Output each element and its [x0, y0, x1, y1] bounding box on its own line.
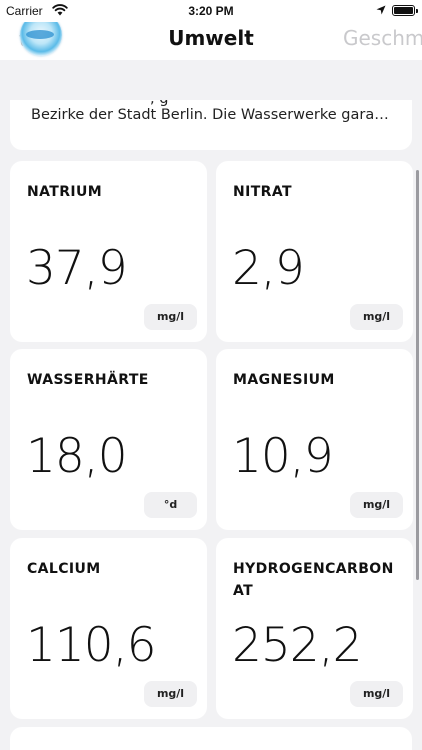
- scrollbar[interactable]: [416, 170, 419, 580]
- card-label: NATRIUM: [27, 184, 103, 200]
- card-wasserhaerte[interactable]: WASSERHÄRTE 18,0 °d: [10, 349, 207, 530]
- card-hydrogencarbonat[interactable]: HYDROGENCARBON AT 252,2 mg/l: [216, 538, 413, 719]
- battery-level: [394, 7, 413, 14]
- battery-icon: [392, 5, 418, 16]
- status-bar: Carrier 3:20 PM: [0, 0, 422, 22]
- card-unit-badge: mg/l: [350, 304, 403, 330]
- card-unit-badge: mg/l: [144, 304, 197, 330]
- intro-partial-line: , g: [150, 100, 168, 107]
- next-card-partial[interactable]: [10, 727, 412, 750]
- card-value: 37,9: [26, 241, 128, 296]
- card-label: MAGNESIUM: [233, 372, 335, 388]
- nav-bar: t Umwelt Geschm: [0, 22, 422, 60]
- card-unit-badge: mg/l: [350, 681, 403, 707]
- card-value: 110,6: [26, 618, 157, 673]
- card-value: 10,9: [232, 429, 334, 484]
- location-arrow-icon: [376, 5, 386, 15]
- card-label: CALCIUM: [27, 561, 101, 577]
- card-unit-badge: °d: [144, 492, 197, 518]
- card-value: 2,9: [232, 241, 305, 296]
- clock: 3:20 PM: [188, 4, 234, 18]
- card-label: HYDROGENCARBON AT: [233, 561, 394, 599]
- card-natrium[interactable]: NATRIUM 37,9 mg/l: [10, 161, 207, 342]
- card-label: NITRAT: [233, 184, 292, 200]
- intro-card[interactable]: , g Bezirke der Stadt Berlin. Die Wasser…: [10, 100, 412, 150]
- card-magnesium[interactable]: MAGNESIUM 10,9 mg/l: [216, 349, 413, 530]
- card-nitrat[interactable]: NITRAT 2,9 mg/l: [216, 161, 413, 342]
- intro-text: Bezirke der Stadt Berlin. Die Wasserwerk…: [31, 107, 391, 123]
- card-unit-badge: mg/l: [144, 681, 197, 707]
- card-value: 18,0: [26, 429, 128, 484]
- card-label: WASSERHÄRTE: [27, 372, 149, 388]
- card-calcium[interactable]: CALCIUM 110,6 mg/l: [10, 538, 207, 719]
- card-value: 252,2: [232, 618, 363, 673]
- card-unit-badge: mg/l: [350, 492, 403, 518]
- nav-next-tab[interactable]: Geschm: [343, 26, 422, 50]
